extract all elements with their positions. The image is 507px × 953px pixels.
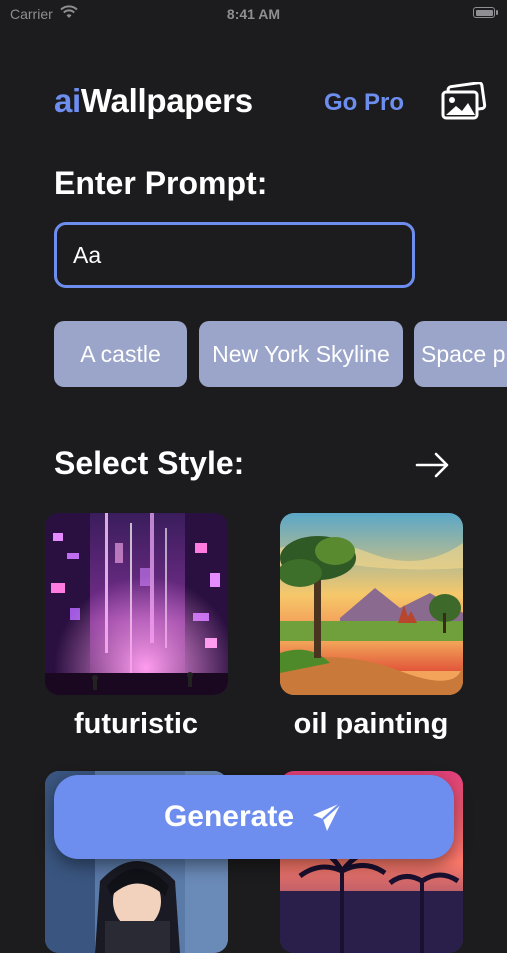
generate-label: Generate [163,800,295,833]
logo-ai-text: ai [54,82,81,119]
app-logo: aiWallpapers [54,82,253,120]
app-header: aiWallpapers Go Pro [54,82,494,126]
suggestion-chip[interactable]: New York Skyline [199,321,403,387]
futuristic-city-image [45,513,228,695]
style-label-futuristic: futuristic [73,708,199,740]
clock-time: 8:41 AM [226,6,281,22]
style-card-oil-painting[interactable] [280,513,463,695]
enter-prompt-title: Enter Prompt: [54,165,268,201]
suggestion-chips: A castle New York Skyline Space p [54,321,507,387]
go-pro-button[interactable]: Go Pro [324,89,404,117]
select-style-title: Select Style: [54,445,245,481]
prompt-input[interactable] [54,222,415,288]
battery-icon [473,7,498,18]
logo-wallpapers-text: Wallpapers [80,82,253,119]
paper-plane-icon [313,802,342,831]
generate-button[interactable]: Generate [54,775,454,859]
style-label-oil-painting: oil painting [293,708,449,740]
style-card-futuristic[interactable] [45,513,228,695]
oil-painting-landscape-image [280,513,463,695]
suggestion-chip[interactable]: Space p [414,321,507,387]
status-bar: Carrier 8:41 AM [0,0,507,28]
suggestion-chip[interactable]: A castle [54,321,187,387]
photo-gallery-icon[interactable] [440,82,488,122]
arrow-right-icon[interactable] [415,452,451,478]
